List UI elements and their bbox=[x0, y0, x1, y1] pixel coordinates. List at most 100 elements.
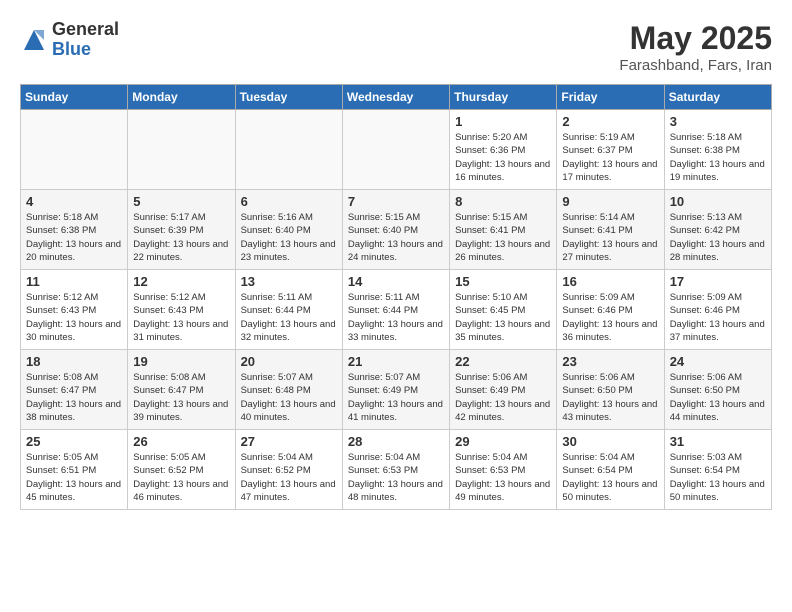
calendar-week-row: 25 Sunrise: 5:05 AMSunset: 6:51 PMDayligh… bbox=[21, 430, 772, 510]
day-info: Sunrise: 5:08 AMSunset: 6:47 PMDaylight:… bbox=[26, 371, 122, 424]
table-row: 7 Sunrise: 5:15 AMSunset: 6:40 PMDaylight… bbox=[342, 190, 449, 270]
table-row: 31 Sunrise: 5:03 AMSunset: 6:54 PMDayligh… bbox=[664, 430, 771, 510]
logo-general-text: General bbox=[52, 20, 119, 40]
table-row: 27Sunrise: 5:04 AMSunset: 6:52 PMDayligh… bbox=[235, 430, 342, 510]
day-info: Sunrise: 5:17 AMSunset: 6:39 PMDaylight:… bbox=[133, 211, 229, 264]
day-info: Sunrise: 5:04 AMSunset: 6:53 PMDaylight:… bbox=[348, 451, 444, 504]
table-row: 20 Sunrise: 5:07 AMSunset: 6:48 PMDayligh… bbox=[235, 350, 342, 430]
header-friday: Friday bbox=[557, 85, 664, 110]
header-wednesday: Wednesday bbox=[342, 85, 449, 110]
day-number: 26 bbox=[133, 434, 229, 449]
table-row: 21 Sunrise: 5:07 AMSunset: 6:49 PMDayligh… bbox=[342, 350, 449, 430]
header-sunday: Sunday bbox=[21, 85, 128, 110]
title-block: May 2025 Farashband, Fars, Iran bbox=[619, 20, 772, 74]
logo: General Blue bbox=[20, 20, 119, 60]
day-info: Sunrise: 5:14 AMSunset: 6:41 PMDaylight:… bbox=[562, 211, 658, 264]
day-info: Sunrise: 5:11 AMSunset: 6:44 PMDaylight:… bbox=[241, 291, 337, 344]
day-number: 30 bbox=[562, 434, 658, 449]
table-row: 29 Sunrise: 5:04 AMSunset: 6:53 PMDayligh… bbox=[450, 430, 557, 510]
calendar-week-row: 4 Sunrise: 5:18 AMSunset: 6:38 PMDaylight… bbox=[21, 190, 772, 270]
table-row: 15 Sunrise: 5:10 AMSunset: 6:45 PMDayligh… bbox=[450, 270, 557, 350]
day-info: Sunrise: 5:15 AMSunset: 6:41 PMDaylight:… bbox=[455, 211, 551, 264]
table-row: 3Sunrise: 5:18 AMSunset: 6:38 PMDaylight… bbox=[664, 110, 771, 190]
day-number: 28 bbox=[348, 434, 444, 449]
day-info: Sunrise: 5:18 AMSunset: 6:38 PMDaylight:… bbox=[26, 211, 122, 264]
day-number: 25 bbox=[26, 434, 122, 449]
day-number: 24 bbox=[670, 354, 766, 369]
table-row: 11 Sunrise: 5:12 AMSunset: 6:43 PMDayligh… bbox=[21, 270, 128, 350]
table-row bbox=[128, 110, 235, 190]
table-row: 5 Sunrise: 5:17 AMSunset: 6:39 PMDaylight… bbox=[128, 190, 235, 270]
day-number: 7 bbox=[348, 194, 444, 209]
table-row: 26 Sunrise: 5:05 AMSunset: 6:52 PMDayligh… bbox=[128, 430, 235, 510]
header-monday: Monday bbox=[128, 85, 235, 110]
day-number: 17 bbox=[670, 274, 766, 289]
day-info: Sunrise: 5:20 AMSunset: 6:36 PMDaylight:… bbox=[455, 131, 551, 184]
table-row: 4 Sunrise: 5:18 AMSunset: 6:38 PMDaylight… bbox=[21, 190, 128, 270]
day-number: 20 bbox=[241, 354, 337, 369]
day-info: Sunrise: 5:06 AMSunset: 6:50 PMDaylight:… bbox=[562, 371, 658, 424]
day-number: 1 bbox=[455, 114, 551, 129]
table-row bbox=[342, 110, 449, 190]
day-number: 4 bbox=[26, 194, 122, 209]
table-row: 18 Sunrise: 5:08 AMSunset: 6:47 PMDayligh… bbox=[21, 350, 128, 430]
month-title: May 2025 bbox=[619, 20, 772, 57]
table-row: 22 Sunrise: 5:06 AMSunset: 6:49 PMDayligh… bbox=[450, 350, 557, 430]
calendar-table: Sunday Monday Tuesday Wednesday Thursday… bbox=[20, 84, 772, 510]
day-info: Sunrise: 5:10 AMSunset: 6:45 PMDaylight:… bbox=[455, 291, 551, 344]
table-row: 12Sunrise: 5:12 AMSunset: 6:43 PMDayligh… bbox=[128, 270, 235, 350]
day-number: 8 bbox=[455, 194, 551, 209]
day-info: Sunrise: 5:12 AMSunset: 6:43 PMDaylight:… bbox=[133, 291, 229, 344]
table-row: 8 Sunrise: 5:15 AMSunset: 6:41 PMDaylight… bbox=[450, 190, 557, 270]
day-info: Sunrise: 5:06 AMSunset: 6:50 PMDaylight:… bbox=[670, 371, 766, 424]
table-row: 30 Sunrise: 5:04 AMSunset: 6:54 PMDayligh… bbox=[557, 430, 664, 510]
weekday-header-row: Sunday Monday Tuesday Wednesday Thursday… bbox=[21, 85, 772, 110]
table-row: 14 Sunrise: 5:11 AMSunset: 6:44 PMDayligh… bbox=[342, 270, 449, 350]
day-number: 11 bbox=[26, 274, 122, 289]
table-row: 9 Sunrise: 5:14 AMSunset: 6:41 PMDaylight… bbox=[557, 190, 664, 270]
day-number: 6 bbox=[241, 194, 337, 209]
day-number: 14 bbox=[348, 274, 444, 289]
day-info: Sunrise: 5:08 AMSunset: 6:47 PMDaylight:… bbox=[133, 371, 229, 424]
day-info: Sunrise: 5:04 AMSunset: 6:54 PMDaylight:… bbox=[562, 451, 658, 504]
table-row bbox=[21, 110, 128, 190]
day-number: 15 bbox=[455, 274, 551, 289]
day-number: 9 bbox=[562, 194, 658, 209]
day-number: 3 bbox=[670, 114, 766, 129]
day-number: 5 bbox=[133, 194, 229, 209]
logo-icon bbox=[20, 26, 48, 54]
day-info: Sunrise: 5:13 AMSunset: 6:42 PMDaylight:… bbox=[670, 211, 766, 264]
day-number: 22 bbox=[455, 354, 551, 369]
table-row: 2 Sunrise: 5:19 AMSunset: 6:37 PMDaylight… bbox=[557, 110, 664, 190]
day-info: Sunrise: 5:04 AMSunset: 6:53 PMDaylight:… bbox=[455, 451, 551, 504]
day-number: 13 bbox=[241, 274, 337, 289]
day-number: 10 bbox=[670, 194, 766, 209]
day-info: Sunrise: 5:03 AMSunset: 6:54 PMDaylight:… bbox=[670, 451, 766, 504]
day-info: Sunrise: 5:05 AMSunset: 6:51 PMDaylight:… bbox=[26, 451, 122, 504]
day-info: Sunrise: 5:07 AMSunset: 6:49 PMDaylight:… bbox=[348, 371, 444, 424]
day-info: Sunrise: 5:16 AMSunset: 6:40 PMDaylight:… bbox=[241, 211, 337, 264]
table-row: 10 Sunrise: 5:13 AMSunset: 6:42 PMDayligh… bbox=[664, 190, 771, 270]
table-row: 23Sunrise: 5:06 AMSunset: 6:50 PMDayligh… bbox=[557, 350, 664, 430]
calendar-week-row: 1 Sunrise: 5:20 AMSunset: 6:36 PMDaylight… bbox=[21, 110, 772, 190]
day-info: Sunrise: 5:19 AMSunset: 6:37 PMDaylight:… bbox=[562, 131, 658, 184]
day-info: Sunrise: 5:06 AMSunset: 6:49 PMDaylight:… bbox=[455, 371, 551, 424]
day-info: Sunrise: 5:07 AMSunset: 6:48 PMDaylight:… bbox=[241, 371, 337, 424]
day-number: 2 bbox=[562, 114, 658, 129]
day-info: Sunrise: 5:15 AMSunset: 6:40 PMDaylight:… bbox=[348, 211, 444, 264]
day-number: 31 bbox=[670, 434, 766, 449]
day-info: Sunrise: 5:09 AMSunset: 6:46 PMDaylight:… bbox=[670, 291, 766, 344]
day-number: 29 bbox=[455, 434, 551, 449]
table-row: 28 Sunrise: 5:04 AMSunset: 6:53 PMDayligh… bbox=[342, 430, 449, 510]
day-number: 18 bbox=[26, 354, 122, 369]
logo-blue-text: Blue bbox=[52, 40, 119, 60]
table-row: 17 Sunrise: 5:09 AMSunset: 6:46 PMDayligh… bbox=[664, 270, 771, 350]
table-row: 25 Sunrise: 5:05 AMSunset: 6:51 PMDayligh… bbox=[21, 430, 128, 510]
day-number: 21 bbox=[348, 354, 444, 369]
day-info: Sunrise: 5:11 AMSunset: 6:44 PMDaylight:… bbox=[348, 291, 444, 344]
day-info: Sunrise: 5:12 AMSunset: 6:43 PMDaylight:… bbox=[26, 291, 122, 344]
table-row: 19Sunrise: 5:08 AMSunset: 6:47 PMDayligh… bbox=[128, 350, 235, 430]
page-header: General Blue May 2025 Farashband, Fars, … bbox=[20, 20, 772, 74]
day-info: Sunrise: 5:05 AMSunset: 6:52 PMDaylight:… bbox=[133, 451, 229, 504]
table-row: 13 Sunrise: 5:11 AMSunset: 6:44 PMDayligh… bbox=[235, 270, 342, 350]
